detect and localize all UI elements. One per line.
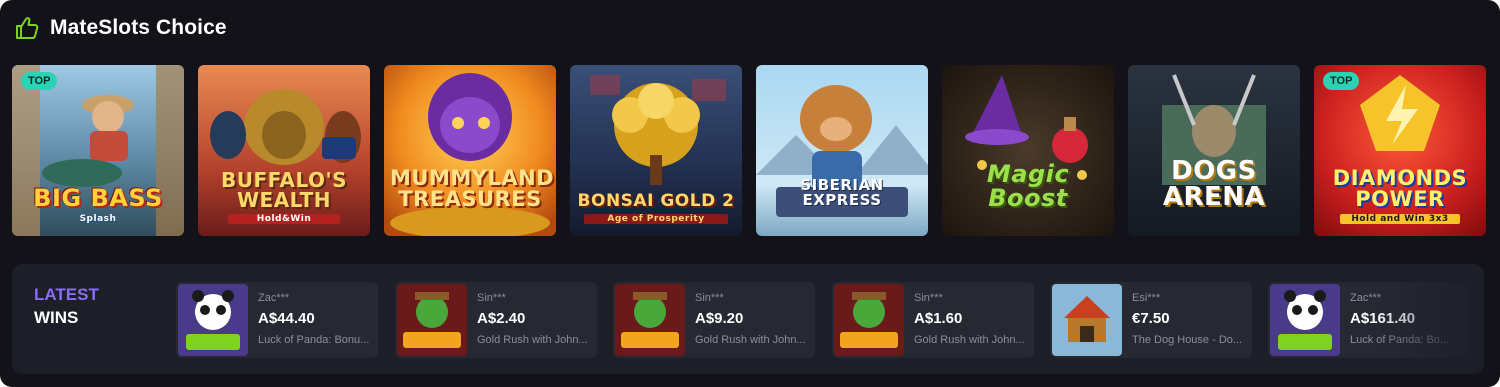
win-amount: A$1.60 xyxy=(914,310,963,327)
game-tile-diamonds-power[interactable]: TOP Diamonds Power Hold and Win 3x3 xyxy=(1314,65,1486,236)
latest-wins-label-line2: WINS xyxy=(34,308,79,327)
win-user: Esi*** xyxy=(1132,292,1161,304)
game-title: Siberian Express xyxy=(800,176,884,209)
game-tile-big-bass-splash[interactable]: TOP Big Bass Splash xyxy=(12,65,184,236)
win-amount: A$2.40 xyxy=(477,310,526,327)
game-subtitle: Splash xyxy=(79,214,117,224)
game-thumbnail-luck-of-panda xyxy=(1270,284,1340,356)
game-title: Buffalo's Wealth xyxy=(220,168,348,212)
game-tile-bonsai-gold-2[interactable]: Bonsai Gold 2 Age of Prosperity xyxy=(570,65,742,236)
game-title: Mummyland Treasures xyxy=(390,166,555,211)
win-user: Sin*** xyxy=(695,292,724,304)
win-amount: A$9.20 xyxy=(695,310,744,327)
thumbs-up-icon xyxy=(16,17,39,39)
win-user: Sin*** xyxy=(914,292,943,304)
game-grid: TOP Big Bass Splash Buffalo's Wealth Hol… xyxy=(12,65,1488,236)
win-game: Gold Rush with John... xyxy=(477,334,588,346)
game-tile-buffalos-wealth[interactable]: Buffalo's Wealth Hold&Win xyxy=(198,65,370,236)
game-title: Dogs Arena xyxy=(1162,156,1266,212)
win-game: Gold Rush with John... xyxy=(695,334,806,346)
mateslots-choice-panel: MateSlots Choice TOP Big Bass Splash xyxy=(0,0,1500,387)
top-badge: TOP xyxy=(1323,72,1360,90)
win-card[interactable]: Esi*** €7.50 The Dog House - Do... xyxy=(1050,282,1252,358)
game-thumbnail-the-dog-house xyxy=(1052,284,1122,356)
game-thumbnail-gold-rush xyxy=(397,284,467,356)
game-subtitle: Age of Prosperity xyxy=(584,214,728,224)
win-card[interactable]: Sin*** A$2.40 Gold Rush with John... xyxy=(395,282,597,358)
top-badge: TOP xyxy=(21,72,58,90)
win-game: Luck of Panda: Bonu... xyxy=(258,334,370,346)
win-user: Sin*** xyxy=(477,292,506,304)
game-tile-dogs-arena[interactable]: Dogs Arena xyxy=(1128,65,1300,236)
win-user: Zac*** xyxy=(1350,292,1382,304)
game-tile-mummyland-treasures[interactable]: Mummyland Treasures xyxy=(384,65,556,236)
game-title: Diamonds Power xyxy=(1332,166,1468,211)
win-card[interactable]: Zac*** A$161.40 Luck of Panda: Bo... xyxy=(1268,282,1470,358)
section-title: MateSlots Choice xyxy=(50,16,227,39)
win-game: The Dog House - Do... xyxy=(1132,334,1243,346)
game-title: Magic Boost xyxy=(986,160,1070,212)
win-card[interactable]: Sin*** A$1.60 Gold Rush with John... xyxy=(832,282,1034,358)
win-game: Gold Rush with John... xyxy=(914,334,1025,346)
section-header: MateSlots Choice xyxy=(14,14,227,42)
game-title: Bonsai Gold 2 xyxy=(577,191,735,211)
game-thumbnail-gold-rush xyxy=(615,284,685,356)
win-amount: €7.50 xyxy=(1132,310,1170,327)
latest-wins-strip: LATEST WINS Zac*** A$44.40 Luck of Panda… xyxy=(12,264,1484,374)
win-amount: A$161.40 xyxy=(1350,310,1416,327)
latest-wins-label-line1: LATEST xyxy=(34,285,99,304)
game-tile-magic-boost[interactable]: Magic Boost xyxy=(942,65,1114,236)
game-subtitle: Hold and Win 3x3 xyxy=(1340,214,1460,224)
win-amount: A$44.40 xyxy=(258,310,315,327)
game-thumbnail-luck-of-panda xyxy=(178,284,248,356)
game-tile-siberian-express[interactable]: Siberian Express xyxy=(756,65,928,236)
win-card[interactable]: Sin*** A$9.20 Gold Rush with John... xyxy=(613,282,815,358)
game-subtitle: Hold&Win xyxy=(228,214,340,224)
game-title: Big Bass xyxy=(33,184,163,212)
game-artwork xyxy=(756,65,928,236)
win-card[interactable]: Zac*** A$44.40 Luck of Panda: Bonu... xyxy=(176,282,378,358)
game-thumbnail-gold-rush xyxy=(834,284,904,356)
win-user: Zac*** xyxy=(258,292,290,304)
win-game: Luck of Panda: Bo... xyxy=(1350,334,1450,346)
